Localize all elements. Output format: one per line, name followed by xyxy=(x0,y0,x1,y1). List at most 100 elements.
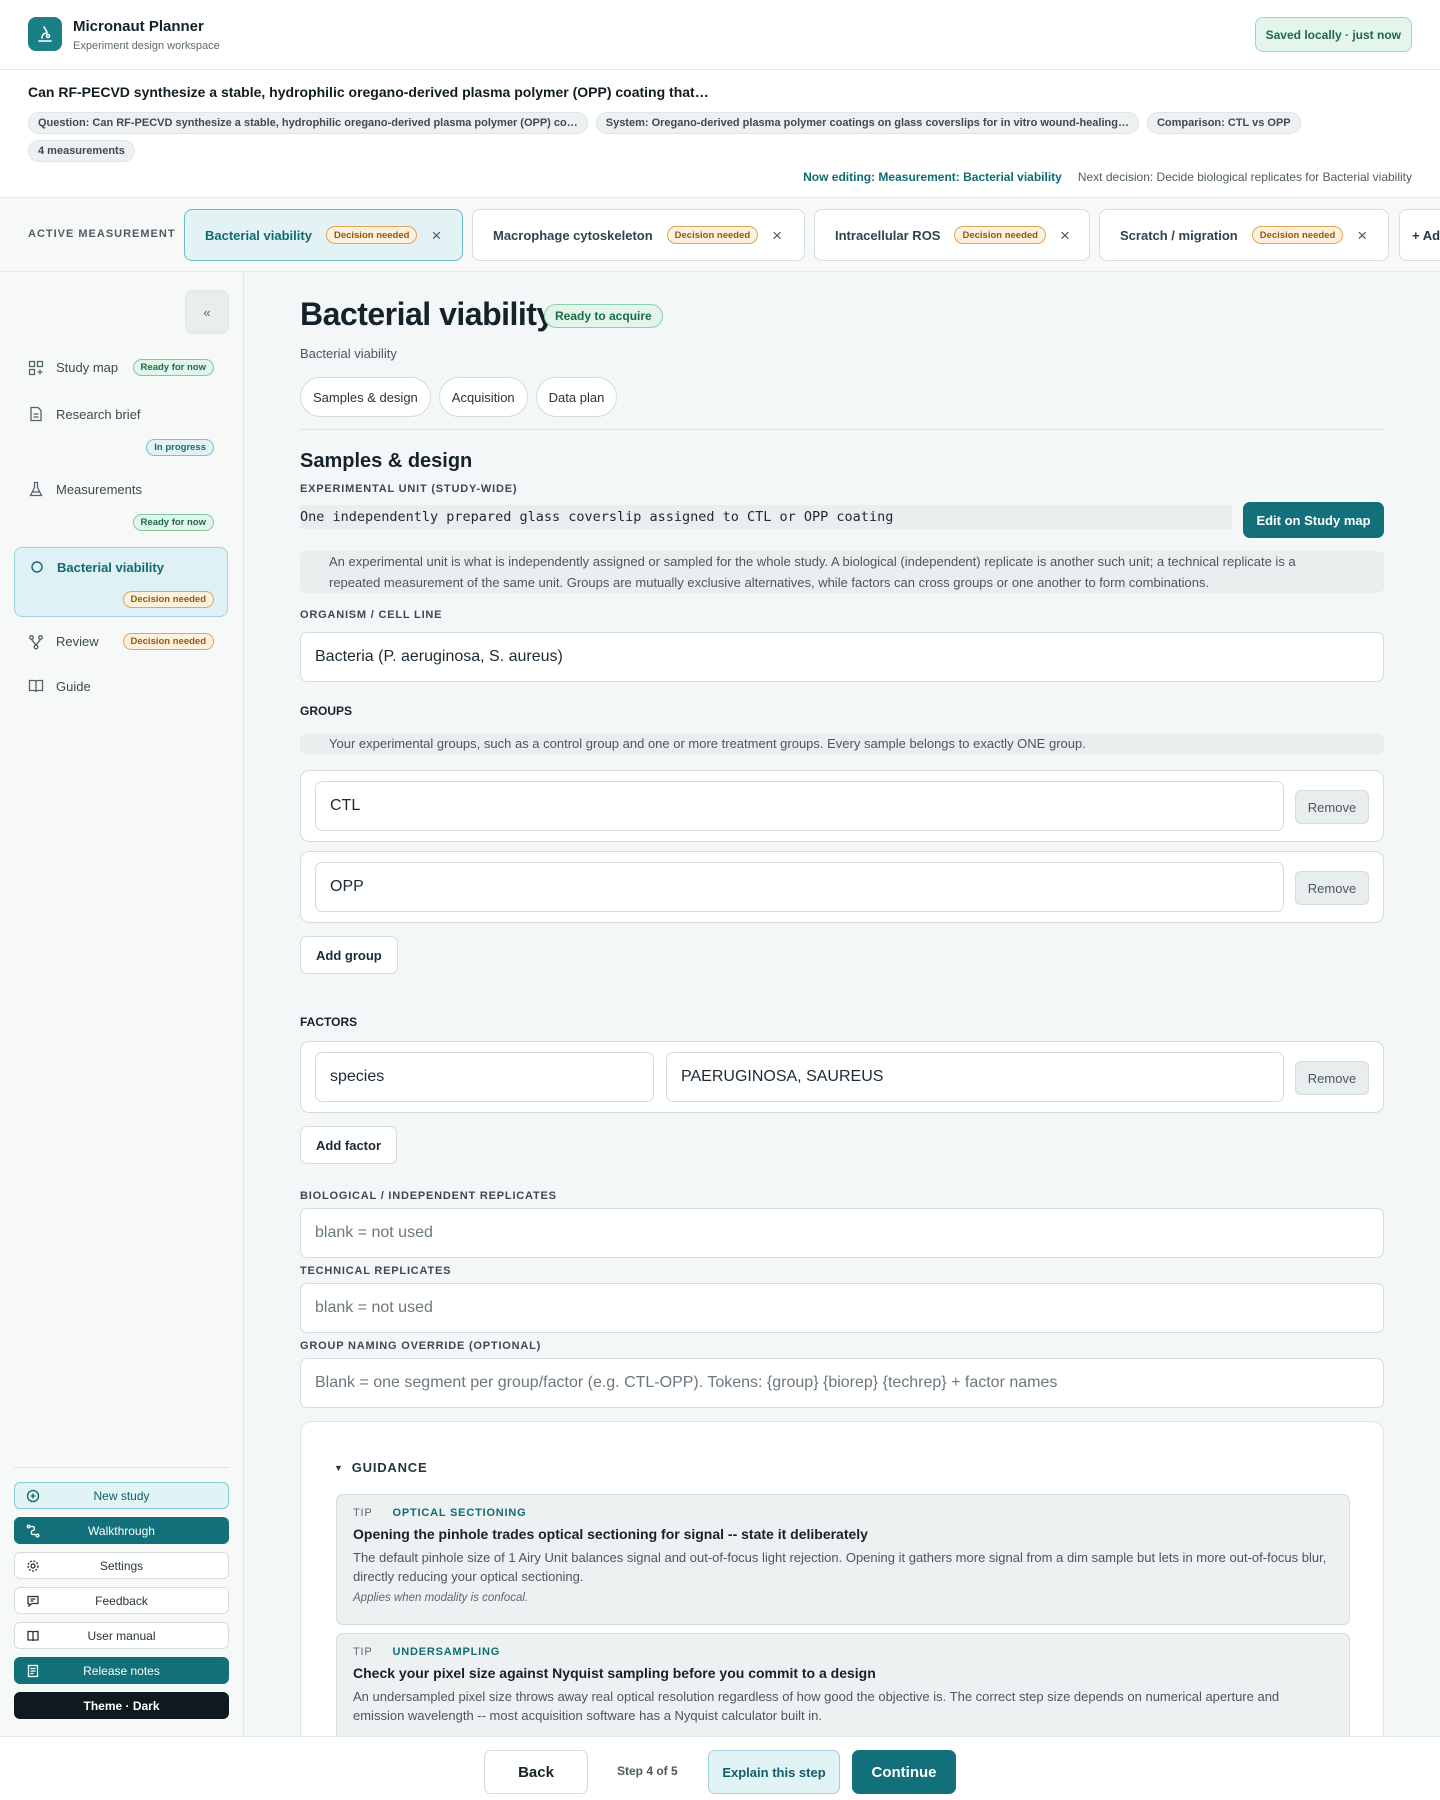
organism-label: ORGANISM / CELL LINE xyxy=(300,609,443,621)
branch-icon xyxy=(28,634,44,650)
next-decision: Next decision: Decide biological replica… xyxy=(1077,170,1412,184)
sidebar-item-research-brief[interactable]: Research brief In progress xyxy=(14,406,228,456)
decision-needed-badge: Decision needed xyxy=(325,226,418,244)
factors-heading: FACTORS xyxy=(300,1015,358,1029)
close-icon[interactable]: × xyxy=(1357,227,1367,244)
section-tabs: Samples & design Acquisition Data plan xyxy=(300,377,618,417)
close-icon[interactable]: × xyxy=(1060,227,1070,244)
tab-samples-design[interactable]: Samples & design xyxy=(300,377,431,417)
sidebar-item-study-map[interactable]: Study map Ready for now xyxy=(14,359,228,376)
measurement-tab-intracellular-ros[interactable]: Intracellular ROS Decision needed × xyxy=(814,209,1090,261)
tip-body: An undersampled pixel size throws away r… xyxy=(353,1689,1280,1723)
remove-group-button[interactable]: Remove xyxy=(1295,790,1369,824)
sidebar-item-review[interactable]: Review Decision needed xyxy=(14,633,228,650)
sidebar-item-guide[interactable]: Guide xyxy=(14,678,228,694)
page-title: Bacterial viability xyxy=(300,296,554,332)
user-manual-label: User manual xyxy=(87,1628,156,1643)
step-indicator: Step 4 of 5 xyxy=(617,1764,678,1778)
walkthrough-button[interactable]: Walkthrough xyxy=(14,1517,229,1544)
tech-replicates-input[interactable]: blank = not used xyxy=(300,1283,1384,1333)
collapse-sidebar-button[interactable]: « xyxy=(185,290,229,334)
group-name-input[interactable]: OPP xyxy=(315,862,1284,912)
settings-button[interactable]: Settings xyxy=(14,1552,229,1579)
tab-data-plan[interactable]: Data plan xyxy=(535,377,618,417)
guidance-heading: GUIDANCE xyxy=(351,1460,428,1475)
close-icon[interactable]: × xyxy=(772,227,782,244)
editing-status: Now editing: Measurement: Bacterial viab… xyxy=(803,170,1412,184)
microscope-logo-icon xyxy=(28,17,62,51)
new-study-button[interactable]: New study xyxy=(14,1482,229,1509)
factor-levels-input[interactable]: PAERUGINOSA, SAUREUS xyxy=(666,1052,1284,1102)
saved-status-badge: Saved locally · just now xyxy=(1254,17,1412,52)
explain-step-button[interactable]: Explain this step xyxy=(708,1750,840,1794)
section-heading: Samples & design xyxy=(300,450,473,472)
factor-row: species PAERUGINOSA, SAUREUS Remove xyxy=(300,1041,1384,1113)
step-footer: Back Step 4 of 5 Explain this step Conti… xyxy=(0,1736,1440,1800)
user-manual-button[interactable]: User manual xyxy=(14,1622,229,1649)
measurement-tab-scratch-migration[interactable]: Scratch / migration Decision needed × xyxy=(1099,209,1389,261)
organism-input[interactable]: Bacteria (P. aeruginosa, S. aureus) xyxy=(300,632,1384,682)
guidance-toggle[interactable]: ▼ GUIDANCE xyxy=(334,1460,427,1475)
close-icon[interactable]: × xyxy=(431,227,441,244)
sidebar-item-label: Research brief xyxy=(56,406,141,422)
app-header: Micronaut Planner Experiment design work… xyxy=(0,0,1440,70)
section-divider xyxy=(300,429,1384,430)
gear-icon xyxy=(26,1559,40,1573)
sidebar-item-measurements[interactable]: Measurements Ready for now xyxy=(14,481,228,531)
tip-tag: TIP xyxy=(353,1507,373,1519)
measurement-tab-bacterial-viability[interactable]: Bacterial viability Decision needed × xyxy=(184,209,463,261)
now-editing-link[interactable]: Now editing: Measurement: Bacterial viab… xyxy=(803,170,1062,184)
decision-needed-badge: Decision needed xyxy=(122,591,214,608)
measurement-count-chip[interactable]: 4 measurements xyxy=(28,140,135,162)
factor-name-input[interactable]: species xyxy=(315,1052,654,1102)
walkthrough-label: Walkthrough xyxy=(88,1523,155,1538)
tip-card: TIP OPTICAL SECTIONING Opening the pinho… xyxy=(336,1494,1350,1625)
sidebar-item-label: Guide xyxy=(56,678,91,694)
release-notes-button[interactable]: Release notes xyxy=(14,1657,229,1684)
book-icon xyxy=(28,678,44,694)
tab-acquisition[interactable]: Acquisition xyxy=(438,377,528,417)
measurement-tab-macrophage-cytoskeleton[interactable]: Macrophage cytoskeleton Decision needed … xyxy=(472,209,805,261)
theme-toggle-button[interactable]: Theme · Dark xyxy=(14,1692,229,1719)
question-chip[interactable]: Question: Can RF-PECVD synthesize a stab… xyxy=(28,112,588,134)
bio-replicates-input[interactable]: blank = not used xyxy=(300,1208,1384,1258)
experimental-unit-label: EXPERIMENTAL UNIT (STUDY-WIDE) xyxy=(300,483,518,495)
continue-button[interactable]: Continue xyxy=(852,1750,956,1794)
decision-needed-badge: Decision needed xyxy=(954,226,1046,244)
add-factor-button[interactable]: Add factor xyxy=(300,1126,397,1164)
status-badge: Ready for now xyxy=(132,359,214,376)
group-row: OPP Remove xyxy=(300,851,1384,923)
tip-tag: TIP xyxy=(353,1646,373,1658)
edit-on-study-map-button[interactable]: Edit on Study map xyxy=(1243,502,1384,538)
tip-body: The default pinhole size of 1 Airy Unit … xyxy=(353,1550,1327,1584)
page-subtitle: Bacterial viability xyxy=(300,346,397,361)
add-group-button[interactable]: Add group xyxy=(300,936,398,974)
book-icon xyxy=(26,1629,40,1643)
group-name-input[interactable]: CTL xyxy=(315,781,1284,831)
remove-factor-button[interactable]: Remove xyxy=(1295,1061,1369,1095)
sidebar-item-label: Study map xyxy=(56,360,119,375)
release-notes-label: Release notes xyxy=(83,1663,160,1678)
sidebar-item-bacterial-viability[interactable]: Bacterial viability Decision needed xyxy=(14,547,228,617)
study-chips: Question: Can RF-PECVD synthesize a stab… xyxy=(28,112,1358,162)
measurement-tab-label: Bacterial viability xyxy=(205,227,312,243)
app-subtitle: Experiment design workspace xyxy=(73,40,220,52)
tip-card: TIP UNDERSAMPLING Check your pixel size … xyxy=(336,1633,1350,1736)
route-icon xyxy=(26,1524,40,1538)
feedback-button[interactable]: Feedback xyxy=(14,1587,229,1614)
decision-needed-badge: Decision needed xyxy=(122,633,214,650)
sidebar-item-label: Bacterial viability xyxy=(57,559,164,575)
tip-topic: OPTICAL SECTIONING xyxy=(392,1507,527,1519)
naming-override-input[interactable]: Blank = one segment per group/factor (e.… xyxy=(300,1358,1384,1408)
experimental-unit-value: One independently prepared glass coversl… xyxy=(300,505,1232,529)
status-badge: In progress xyxy=(146,439,214,456)
tip-topic: UNDERSAMPLING xyxy=(392,1646,501,1658)
measurement-tab-label: Macrophage cytoskeleton xyxy=(493,227,653,243)
remove-group-button[interactable]: Remove xyxy=(1295,871,1369,905)
add-measurement-button[interactable]: + Add xyxy=(1399,209,1440,261)
chevron-down-icon: ▼ xyxy=(334,1462,344,1473)
back-button[interactable]: Back xyxy=(484,1750,588,1794)
comparison-chip[interactable]: Comparison: CTL vs OPP xyxy=(1146,112,1301,134)
system-chip[interactable]: System: Oregano-derived plasma polymer c… xyxy=(595,112,1139,134)
grid-plus-icon xyxy=(28,360,44,376)
